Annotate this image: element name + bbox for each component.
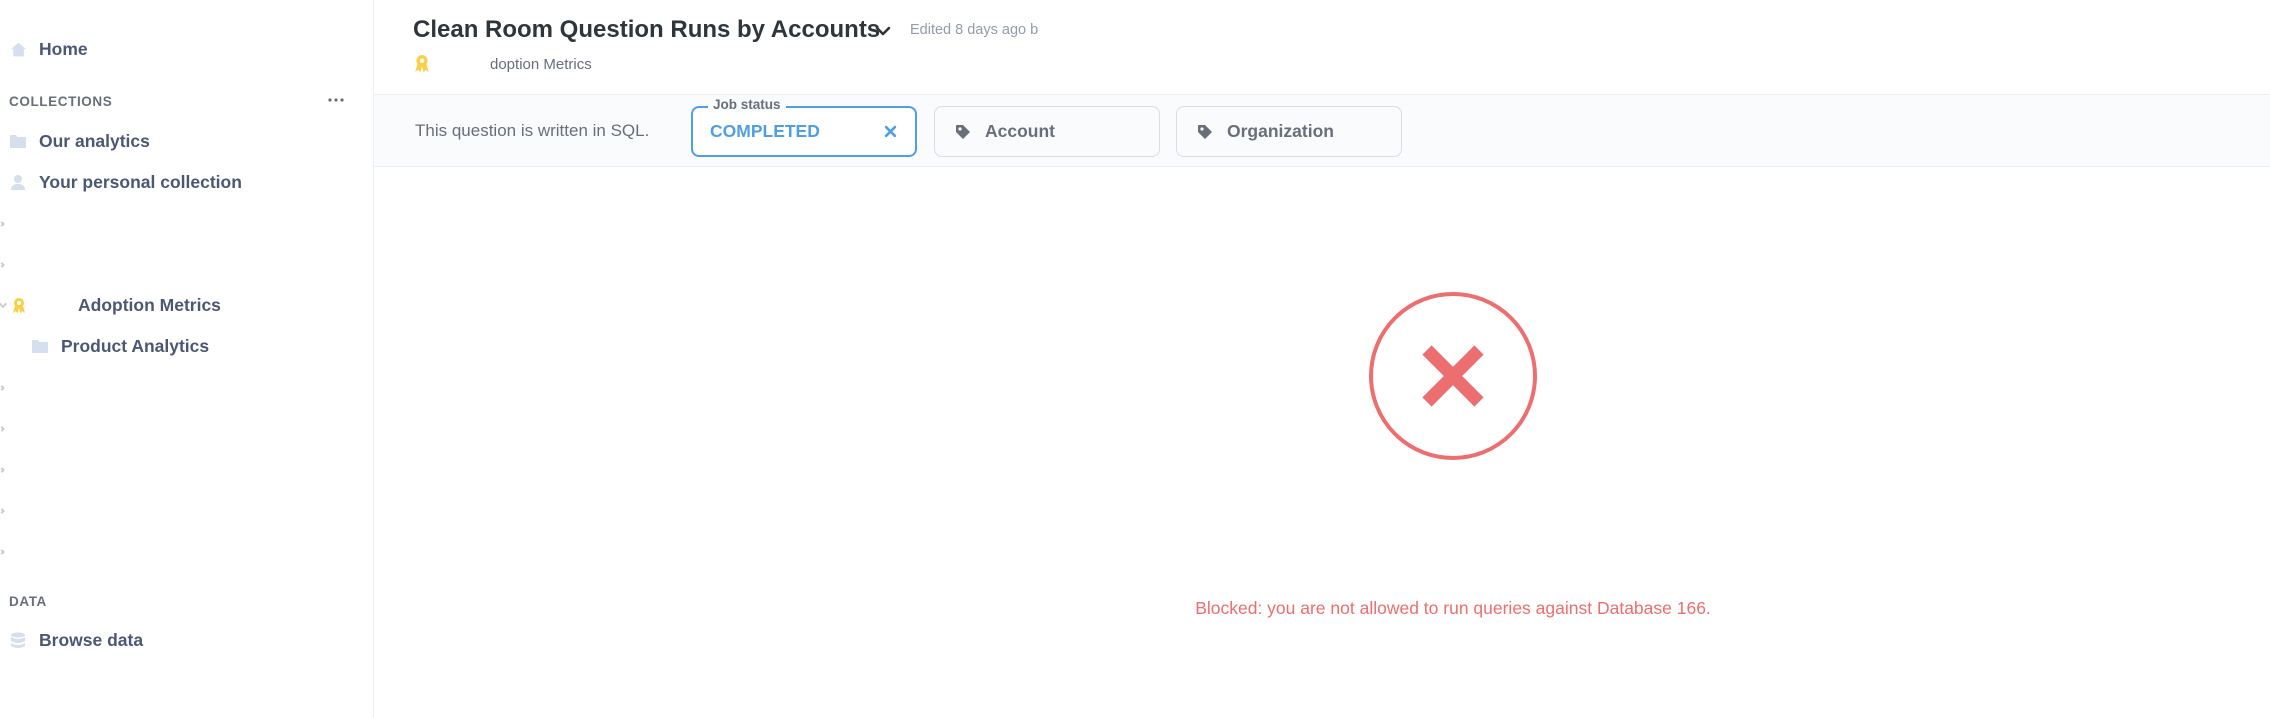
tree-marker [0, 221, 5, 227]
page-title[interactable]: Clean Room Question Runs by Accounts [413, 16, 880, 44]
tree-marker [0, 467, 5, 473]
sidebar: Home COLLECTIONS Our analytics Your pers… [0, 0, 374, 718]
folder-icon [9, 133, 27, 151]
more-options-icon[interactable] [326, 90, 346, 110]
sidebar-item-label: Our analytics [39, 131, 150, 151]
sidebar-item-our-analytics[interactable]: Our analytics [9, 131, 150, 152]
sidebar-item-product-analytics[interactable]: Product Analytics [31, 336, 209, 357]
filter-label: Organization [1227, 121, 1334, 141]
breadcrumb[interactable]: doption Metrics [490, 56, 592, 73]
filter-bar: This question is written in SQL. Job sta… [374, 95, 2270, 167]
job-status-filter[interactable]: Job status COMPLETED [691, 97, 917, 157]
sidebar-item-browse-data[interactable]: Browse data [9, 630, 143, 651]
database-icon [9, 632, 27, 650]
tree-marker [0, 385, 5, 391]
official-badge-icon [414, 54, 432, 74]
collections-heading: COLLECTIONS [9, 94, 113, 109]
sidebar-item-label: Adoption Metrics [78, 295, 221, 315]
sidebar-item-home[interactable]: Home [9, 39, 88, 60]
sidebar-item-personal-collection[interactable]: Your personal collection [9, 172, 242, 193]
account-filter[interactable]: Account [934, 106, 1160, 157]
sidebar-item-label: Browse data [39, 630, 144, 650]
sql-notice: This question is written in SQL. [415, 121, 650, 140]
tree-marker [0, 508, 5, 514]
filter-legend: Job status [708, 97, 786, 112]
main-area: Clean Room Question Runs by Accounts Edi… [374, 0, 2270, 718]
tree-marker [0, 426, 5, 432]
home-icon [9, 41, 27, 59]
last-edited-link[interactable]: Edited 8 days ago b [910, 22, 1038, 38]
filter-value: COMPLETED [710, 121, 820, 141]
error-message: Blocked: you are not allowed to run quer… [1195, 598, 1711, 618]
filter-label: Account [985, 121, 1055, 141]
sidebar-item-adoption-metrics[interactable]: Adoption Metrics [0, 295, 221, 316]
tree-marker [0, 549, 5, 555]
data-heading: DATA [9, 594, 47, 609]
official-badge-icon [10, 297, 28, 315]
question-header: Clean Room Question Runs by Accounts Edi… [374, 0, 2270, 95]
sidebar-item-label: Home [39, 39, 88, 59]
sidebar-item-label: Product Analytics [61, 336, 210, 356]
chevron-down-icon[interactable] [872, 20, 894, 42]
folder-icon [31, 338, 49, 356]
tag-icon [955, 124, 971, 140]
sidebar-item-label: Your personal collection [39, 172, 242, 192]
person-icon [9, 174, 27, 192]
organization-filter[interactable]: Organization [1176, 106, 1402, 157]
close-icon[interactable] [881, 122, 899, 140]
expand-chevron-icon[interactable] [0, 299, 8, 308]
tree-marker [0, 262, 5, 268]
tag-icon [1197, 124, 1213, 140]
error-icon [1367, 290, 1539, 462]
